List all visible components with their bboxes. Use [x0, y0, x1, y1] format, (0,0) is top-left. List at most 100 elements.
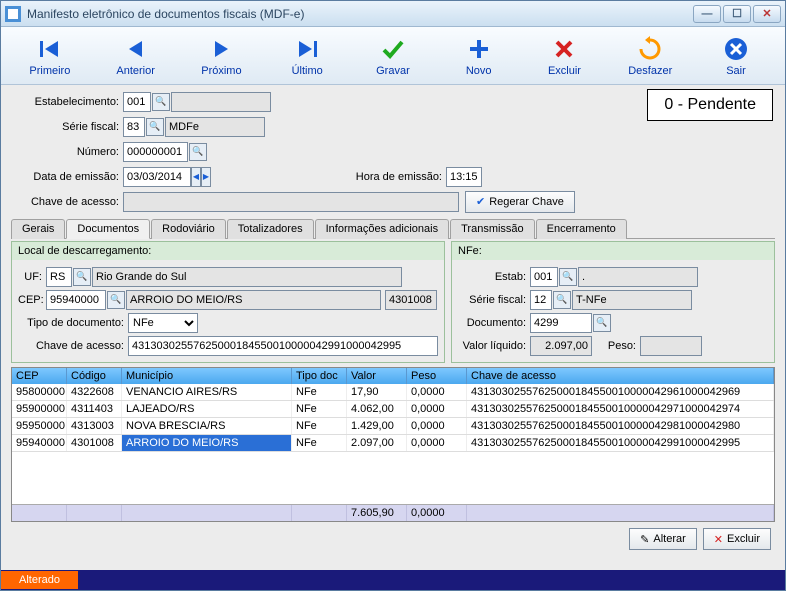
- delete-button[interactable]: Excluir: [524, 35, 604, 77]
- col-header[interactable]: Tipo doc: [292, 368, 347, 384]
- tab-informa-es-adicionais[interactable]: Informações adicionais: [315, 219, 450, 239]
- hora-input[interactable]: [446, 167, 482, 187]
- cep-cod: [385, 290, 437, 310]
- tab-transmiss-o[interactable]: Transmissão: [450, 219, 535, 239]
- grid-body[interactable]: 958000004322608VENANCIO AIRES/RSNFe17,90…: [12, 384, 774, 504]
- maximize-button[interactable]: ☐: [723, 5, 751, 23]
- window-title: Manifesto eletrônico de documentos fisca…: [27, 7, 693, 21]
- tab-documentos[interactable]: Documentos: [66, 219, 150, 239]
- nfe-valor-input: [530, 336, 592, 356]
- new-button[interactable]: Novo: [439, 35, 519, 77]
- tipodoc-label: Tipo de documento:: [18, 317, 128, 329]
- numero-lookup[interactable]: 🔍: [189, 143, 207, 161]
- nfe-serie-lookup[interactable]: 🔍: [553, 291, 571, 309]
- tab-totalizadores[interactable]: Totalizadores: [227, 219, 314, 239]
- status-badge: 0 - Pendente: [647, 89, 773, 121]
- nfe-group-title: NFe:: [452, 242, 774, 260]
- local-group-title: Local de descarregamento:: [12, 242, 444, 260]
- nfe-valor-label: Valor líquido:: [458, 340, 530, 352]
- exit-icon: [722, 35, 750, 63]
- data-input[interactable]: [123, 167, 191, 187]
- edit-icon: ✎: [640, 533, 649, 546]
- numero-label: Número:: [11, 146, 123, 158]
- chave-input: [123, 192, 459, 212]
- footer-peso: 0,0000: [407, 505, 467, 521]
- nfe-doc-input[interactable]: [530, 313, 592, 333]
- numero-input[interactable]: [123, 142, 188, 162]
- chave2-label: Chave de acesso:: [18, 340, 128, 352]
- excluir-row-button[interactable]: ✕Excluir: [703, 528, 771, 550]
- uf-input[interactable]: [46, 267, 72, 287]
- table-row[interactable]: 959000004311403LAJEADO/RSNFe4.062,000,00…: [12, 401, 774, 418]
- first-button[interactable]: Primeiro: [10, 35, 90, 77]
- nfe-estab-desc: [578, 267, 698, 287]
- app-icon: [5, 6, 21, 22]
- content-area: 0 - Pendente Estabelecimento: 🔍 Série fis…: [1, 85, 785, 570]
- col-header[interactable]: Código: [67, 368, 122, 384]
- exit-button[interactable]: Sair: [696, 35, 776, 77]
- nfe-doc-lookup[interactable]: 🔍: [593, 314, 611, 332]
- first-icon: [36, 35, 64, 63]
- last-button[interactable]: Último: [267, 35, 347, 77]
- nfe-estab-label: Estab:: [458, 271, 530, 283]
- status-alterado: Alterado: [1, 571, 78, 589]
- tabs: GeraisDocumentosRodoviárioTotalizadoresI…: [11, 218, 775, 239]
- toolbar: Primeiro Anterior Próximo Último Gravar …: [1, 27, 785, 85]
- nfe-doc-label: Documento:: [458, 317, 530, 329]
- titlebar: Manifesto eletrônico de documentos fisca…: [1, 1, 785, 27]
- col-header[interactable]: Chave de acesso: [467, 368, 774, 384]
- alterar-button[interactable]: ✎Alterar: [629, 528, 697, 550]
- regerar-button[interactable]: ✔Regerar Chave: [465, 191, 575, 213]
- prev-icon: [122, 35, 150, 63]
- nfe-serie-label: Série fiscal:: [458, 294, 530, 306]
- table-row[interactable]: 959400004301008ARROIO DO MEIO/RSNFe2.097…: [12, 435, 774, 452]
- tab-gerais[interactable]: Gerais: [11, 219, 65, 239]
- cep-desc: [126, 290, 381, 310]
- table-row[interactable]: 958000004322608VENANCIO AIRES/RSNFe17,90…: [12, 384, 774, 401]
- local-group: Local de descarregamento: UF:🔍 CEP:🔍 Tip…: [11, 241, 445, 363]
- tab-rodovi-rio[interactable]: Rodoviário: [151, 219, 226, 239]
- grid-header: CEPCódigoMunicípioTipo docValorPesoChave…: [12, 368, 774, 384]
- nfe-estab-input[interactable]: [530, 267, 558, 287]
- date-prev[interactable]: ◀: [191, 167, 201, 187]
- next-icon: [207, 35, 235, 63]
- plus-icon: [465, 35, 493, 63]
- tipodoc-select[interactable]: NFe: [128, 313, 198, 333]
- minimize-button[interactable]: —: [693, 5, 721, 23]
- uf-desc: [92, 267, 402, 287]
- uf-lookup[interactable]: 🔍: [73, 268, 91, 286]
- close-button[interactable]: ✕: [753, 5, 781, 23]
- serie-label: Série fiscal:: [11, 121, 123, 133]
- cep-input[interactable]: [46, 290, 106, 310]
- save-button[interactable]: Gravar: [353, 35, 433, 77]
- date-next[interactable]: ▶: [201, 167, 211, 187]
- table-row[interactable]: 959500004313003NOVA BRESCIA/RSNFe1.429,0…: [12, 418, 774, 435]
- check-icon: [379, 35, 407, 63]
- estab-lookup[interactable]: 🔍: [152, 93, 170, 111]
- x-icon: [550, 35, 578, 63]
- chave2-input[interactable]: [128, 336, 438, 356]
- prev-button[interactable]: Anterior: [96, 35, 176, 77]
- tab-encerramento[interactable]: Encerramento: [536, 219, 627, 239]
- nfe-group: NFe: Estab:🔍 Série fiscal:🔍 Documento:🔍 …: [451, 241, 775, 363]
- hora-label: Hora de emissão:: [211, 171, 446, 183]
- nfe-estab-lookup[interactable]: 🔍: [559, 268, 577, 286]
- serie-input[interactable]: [123, 117, 145, 137]
- cep-lookup[interactable]: 🔍: [107, 291, 125, 309]
- next-button[interactable]: Próximo: [181, 35, 261, 77]
- undo-icon: [636, 35, 664, 63]
- cep-label: CEP:: [18, 294, 46, 306]
- col-header[interactable]: Município: [122, 368, 292, 384]
- col-header[interactable]: CEP: [12, 368, 67, 384]
- serie-lookup[interactable]: 🔍: [146, 118, 164, 136]
- col-header[interactable]: Valor: [347, 368, 407, 384]
- nfe-serie-input[interactable]: [530, 290, 552, 310]
- col-header[interactable]: Peso: [407, 368, 467, 384]
- estab-input[interactable]: [123, 92, 151, 112]
- nfe-peso-label: Peso:: [592, 340, 640, 352]
- x-small-icon: ✕: [714, 533, 723, 546]
- undo-button[interactable]: Desfazer: [610, 35, 690, 77]
- estab-label: Estabelecimento:: [11, 96, 123, 108]
- nfe-serie-desc: [572, 290, 692, 310]
- main-window: Manifesto eletrônico de documentos fisca…: [0, 0, 786, 591]
